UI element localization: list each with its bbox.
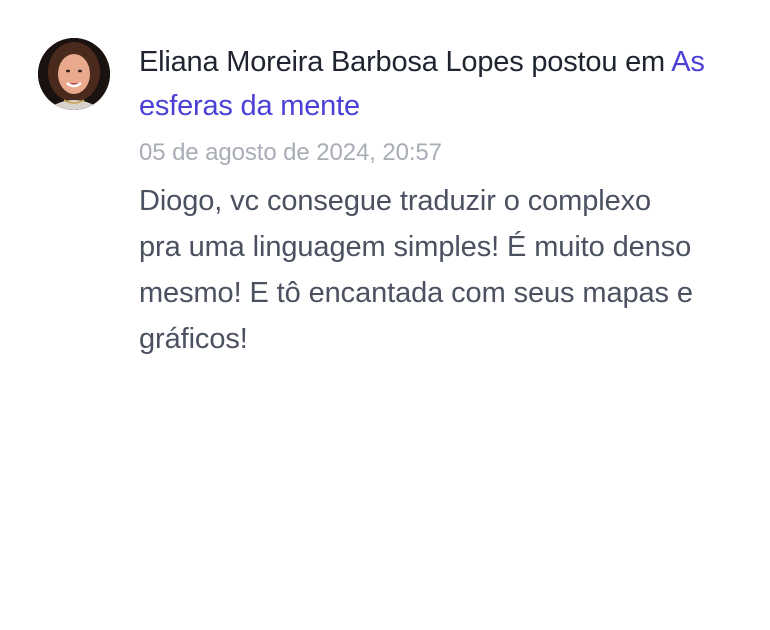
user-avatar-icon [38, 38, 110, 110]
post-card: Eliana Moreira Barbosa Lopes postou em A… [0, 0, 770, 630]
author-name[interactable]: Eliana Moreira Barbosa Lopes [139, 46, 524, 78]
post-message: Diogo, vc consegue traduzir o complexo p… [139, 185, 693, 355]
post-content: Eliana Moreira Barbosa Lopes postou em A… [139, 40, 739, 362]
action-text: postou em [531, 46, 665, 78]
author-avatar[interactable] [38, 38, 110, 110]
post-header: Eliana Moreira Barbosa Lopes postou em A… [139, 40, 739, 128]
post-timestamp: 05 de agosto de 2024, 20:57 [139, 139, 442, 166]
